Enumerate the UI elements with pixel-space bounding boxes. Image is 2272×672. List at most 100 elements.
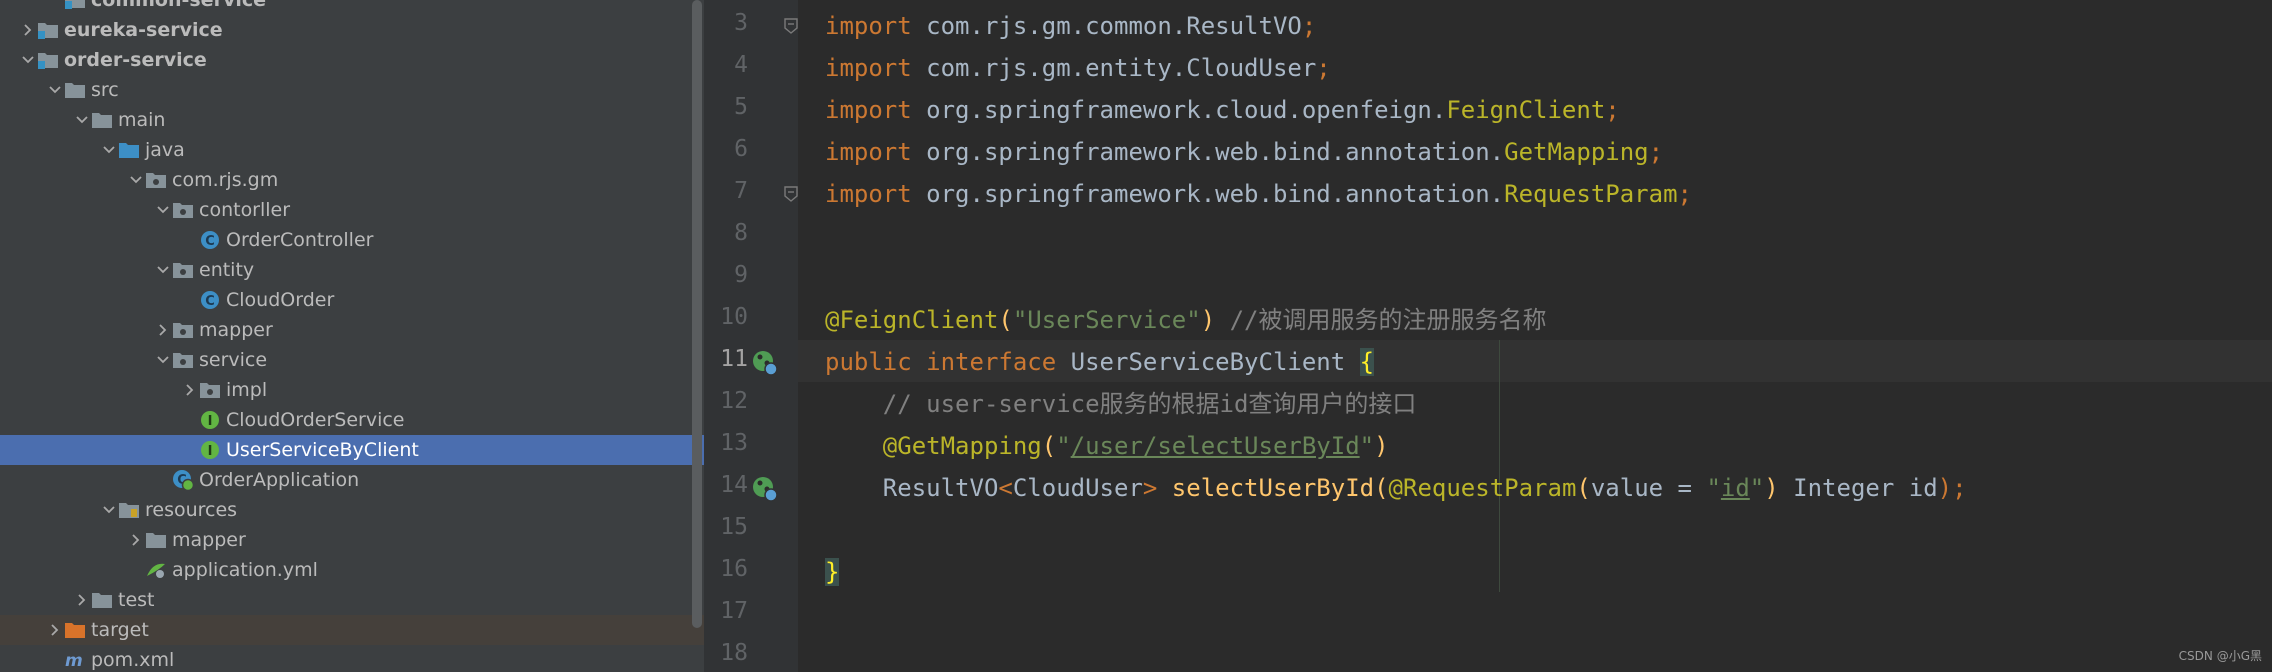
code-token: import	[825, 12, 927, 40]
tree-item[interactable]: service	[0, 345, 704, 375]
code-token: org.springframework.cloud.openfeign.	[926, 96, 1447, 124]
code-line[interactable]: // user-service服务的根据id查询用户的接口	[825, 389, 1417, 419]
tree-item[interactable]: common-service	[0, 0, 704, 15]
tree-item[interactable]: C OrderController	[0, 225, 704, 255]
chevron-right-icon[interactable]	[19, 21, 37, 39]
tree-item-label: CloudOrderService	[226, 409, 405, 431]
package-icon	[172, 199, 194, 221]
code-token: org.springframework.web.bind.annotation.	[926, 180, 1505, 208]
tree-item[interactable]: I UserServiceByClient	[0, 435, 704, 465]
svg-text:C: C	[205, 234, 215, 249]
code-token: ;	[1648, 138, 1664, 166]
code-token: interface	[926, 348, 1071, 376]
tree-item[interactable]: entity	[0, 255, 704, 285]
tree-item[interactable]: java	[0, 135, 704, 165]
tree-item[interactable]: main	[0, 105, 704, 135]
tree-item-label: mapper	[172, 529, 246, 551]
tree-item[interactable]: test	[0, 585, 704, 615]
line-number: 13	[720, 430, 748, 456]
code-editor[interactable]: 3 4 5 6 7 8 9 10 11 12 13 14 15 16 17 18 import com.rjs…	[704, 0, 2272, 672]
chevron-down-icon[interactable]	[19, 51, 37, 69]
tree-item-label: java	[145, 139, 185, 161]
chevron-right-icon[interactable]	[154, 321, 172, 339]
tree-item-label: common-service	[91, 0, 266, 11]
tree-item[interactable]: I CloudOrderService	[0, 405, 704, 435]
tree-item[interactable]: application.yml	[0, 555, 704, 585]
code-token: @FeignClient	[825, 306, 999, 334]
tree-item-label: CloudOrder	[226, 289, 335, 311]
tree-item-label: target	[91, 619, 149, 641]
tree-item[interactable]: C CloudOrder	[0, 285, 704, 315]
tree-item[interactable]: order-service	[0, 45, 704, 75]
tree-item[interactable]: target	[0, 615, 704, 645]
line-number-gutter[interactable]: 3 4 5 6 7 8 9 10 11 12 13 14 15 16 17 18	[704, 0, 798, 672]
chevron-down-icon[interactable]	[73, 111, 91, 129]
source-folder-icon	[118, 139, 140, 161]
tree-item-label: mapper	[199, 319, 273, 341]
code-line[interactable]: @GetMapping("/user/selectUserById")	[825, 431, 1389, 461]
code-line[interactable]: @FeignClient("UserService") //被调用服务的注册服务…	[825, 305, 1547, 335]
line-number: 7	[734, 178, 748, 204]
tree-item[interactable]: resources	[0, 495, 704, 525]
chevron-down-icon[interactable]	[100, 141, 118, 159]
code-token: "	[1706, 474, 1721, 502]
code-token: (	[1576, 474, 1591, 502]
tree-item-label: service	[199, 349, 268, 371]
line-number: 18	[720, 640, 748, 666]
tree-item-label: pom.xml	[91, 649, 175, 671]
code-token: @RequestParam	[1388, 474, 1577, 502]
chevron-right-icon[interactable]	[127, 531, 145, 549]
fold-marker-icon[interactable]	[784, 186, 798, 206]
chevron-down-icon[interactable]	[154, 351, 172, 369]
code-line[interactable]: import com.rjs.gm.common.ResultVO;	[825, 11, 1316, 41]
tree-item[interactable]: mapper	[0, 315, 704, 345]
tree-item[interactable]: mapper	[0, 525, 704, 555]
tree-item[interactable]: com.rjs.gm	[0, 165, 704, 195]
code-line[interactable]: ResultVO<CloudUser> selectUserById(@Requ…	[825, 473, 1967, 503]
fold-marker-icon[interactable]	[784, 18, 798, 38]
tree-item[interactable]: C OrderApplication	[0, 465, 704, 495]
tree-item[interactable]: eureka-service	[0, 15, 704, 45]
tree-item-label: OrderController	[226, 229, 374, 251]
chevron-down-icon[interactable]	[154, 201, 172, 219]
chevron-down-icon[interactable]	[127, 171, 145, 189]
chevron-right-icon[interactable]	[73, 591, 91, 609]
tree-item[interactable]: impl	[0, 375, 704, 405]
implementation-gutter-icon[interactable]	[750, 348, 780, 382]
tree-item[interactable]: src	[0, 75, 704, 105]
package-icon	[199, 379, 221, 401]
line-number: 12	[720, 388, 748, 414]
chevron-down-icon[interactable]	[154, 261, 172, 279]
chevron-right-icon[interactable]	[46, 621, 64, 639]
maven-file-icon: m	[64, 649, 86, 671]
implementation-gutter-icon[interactable]	[750, 474, 780, 508]
code-token: //被调用服务的注册服务名称	[1215, 306, 1547, 334]
tree-item-label: src	[91, 79, 119, 101]
tree-item[interactable]: contorller	[0, 195, 704, 225]
code-token: (	[1374, 474, 1389, 502]
indent-guide	[1499, 340, 1500, 592]
code-token: ;	[1316, 54, 1331, 82]
code-token: com.rjs.gm.entity.CloudUser	[926, 54, 1317, 82]
chevron-right-icon[interactable]	[181, 381, 199, 399]
code-line[interactable]: import org.springframework.web.bind.anno…	[825, 137, 1663, 167]
svg-text:I: I	[208, 414, 213, 429]
chevron-down-icon[interactable]	[100, 501, 118, 519]
tree-item-label: eureka-service	[64, 19, 223, 41]
project-tree[interactable]: common-service eureka-service order-servic…	[0, 0, 704, 672]
code-token: RequestParam	[1504, 180, 1678, 208]
code-line[interactable]: }	[825, 557, 840, 587]
code-token: value =	[1590, 474, 1707, 502]
chevron-down-icon[interactable]	[46, 81, 64, 99]
code-line[interactable]: public interface UserServiceByClient {	[825, 347, 1375, 377]
code-line[interactable]: import org.springframework.web.bind.anno…	[825, 179, 1692, 209]
line-number: 4	[734, 52, 748, 78]
excluded-folder-icon	[64, 619, 86, 641]
code-line[interactable]: import org.springframework.cloud.openfei…	[825, 95, 1620, 125]
code-line[interactable]: import com.rjs.gm.entity.CloudUser;	[825, 53, 1331, 83]
code-token: <	[998, 474, 1013, 502]
tree-item[interactable]: m pom.xml	[0, 645, 704, 672]
tree-scrollbar[interactable]	[692, 0, 702, 628]
package-icon	[145, 169, 167, 191]
code-token: );	[1937, 474, 1967, 502]
